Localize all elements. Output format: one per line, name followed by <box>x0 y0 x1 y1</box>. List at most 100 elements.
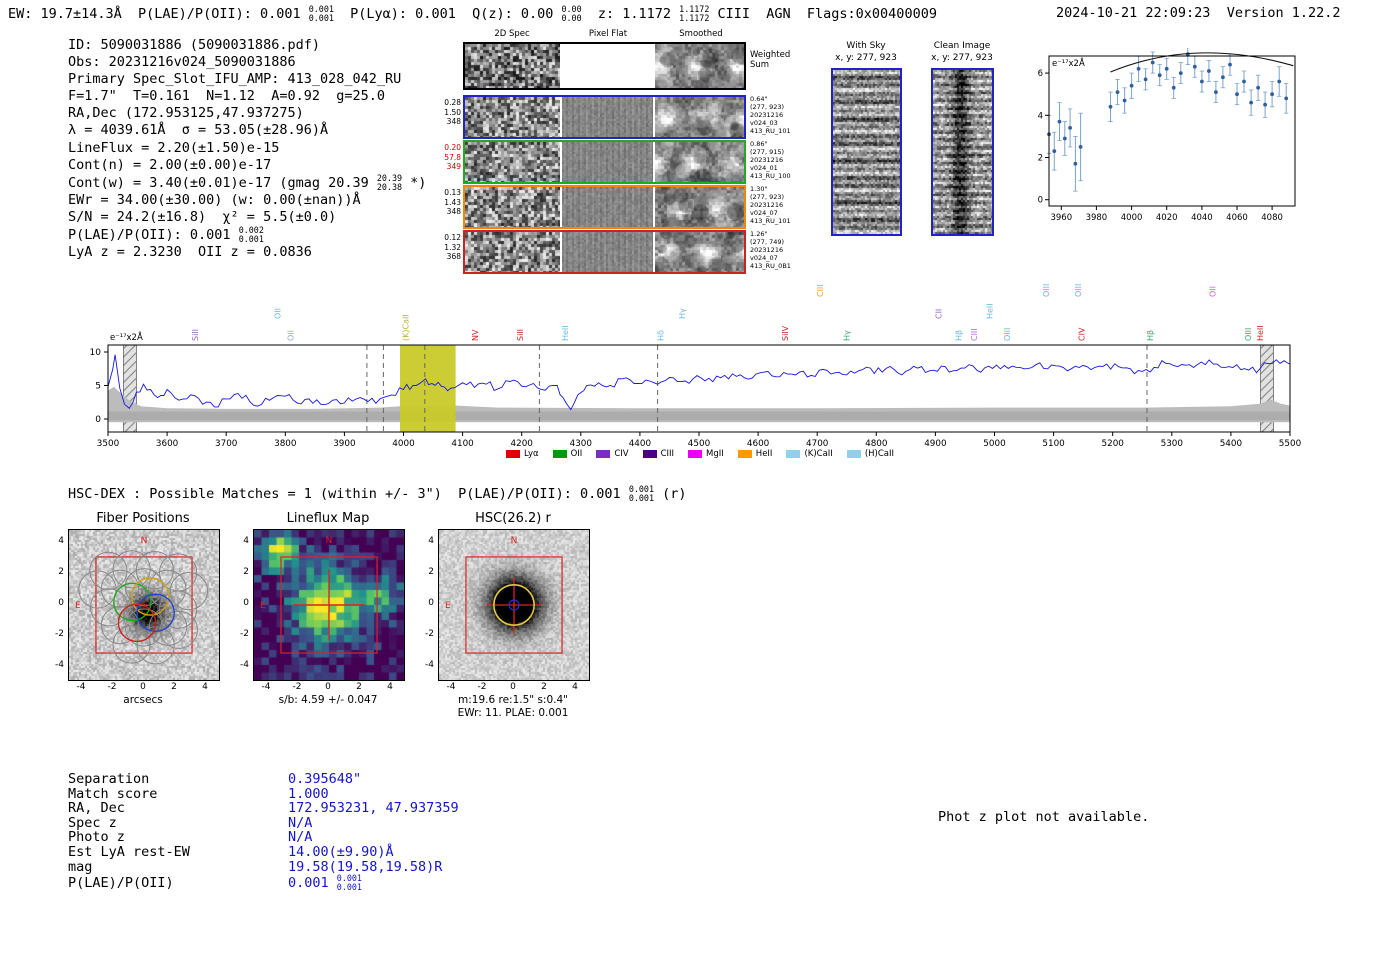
axis-tick-label: -2 <box>107 682 117 692</box>
svg-text:SiII: SiII <box>191 329 200 341</box>
match-label: RA, Dec <box>68 800 125 817</box>
svg-text:Hβ: Hβ <box>955 330 964 341</box>
hsc-image-title: HSC(26.2) r <box>475 511 551 526</box>
axis-tick-label: -4 <box>261 682 271 692</box>
svg-text:e⁻¹⁷x2Å: e⁻¹⁷x2Å <box>1052 57 1085 69</box>
axis-tick-label: 4 <box>243 536 249 546</box>
clean-image-coords: x, y: 277, 923 <box>931 53 993 63</box>
info-line: Cont(n) = 2.00(±0.00)e-17 <box>68 156 272 173</box>
spec2d-row <box>463 95 746 139</box>
legend-item: CIII <box>642 449 674 459</box>
legend-swatch <box>552 450 567 458</box>
smoothed-canvas <box>655 97 744 137</box>
elixer-report-page: EW: 19.7±14.3Å P(LAE)/P(OII): 0.001 0.00… <box>0 0 1400 953</box>
spec2d-col-title-pixelflat: Pixel Flat <box>588 29 628 39</box>
match-value: N/A <box>288 814 313 831</box>
svg-text:4020: 4020 <box>1156 213 1178 223</box>
info-line: λ = 4039.61Å σ = 53.05(±28.96)Å <box>68 122 329 139</box>
fiber-positions-panel: NE <box>68 529 220 681</box>
pixelflat-canvas <box>562 232 653 272</box>
axis-tick-label: 2 <box>243 567 249 577</box>
info-line: EWr = 34.00(±30.00) (w: 0.00(±nan))Å <box>68 191 361 208</box>
axis-tick-label: -4 <box>240 660 249 670</box>
match-table-row: RA, Dec 172.953231, 47.937359 <box>68 801 459 816</box>
with-sky-canvas <box>833 70 900 234</box>
emission-line-zoom-plot: 3960 3980 4000 4020 4040 4060 4080 0 2 4 6 e⁻¹⁷x2Å <box>1038 48 1296 223</box>
legend-item: HeII <box>737 449 772 459</box>
legend-swatch <box>642 450 657 458</box>
axis-tick-label: 4 <box>387 682 393 692</box>
svg-text:CIV: CIV <box>1078 327 1087 341</box>
spec2d-row-left-labels: 0.28 1.50 348 <box>444 98 461 126</box>
svg-text:e⁻¹⁷x2Å: e⁻¹⁷x2Å <box>110 331 143 343</box>
lineflux-map-title: Lineflux Map <box>286 511 370 526</box>
svg-text:E: E <box>75 601 81 611</box>
svg-text:10: 10 <box>90 348 102 358</box>
axis-tick-label: 0 <box>140 682 146 692</box>
svg-text:N: N <box>511 536 518 546</box>
info-line: P(LAE)/P(OII): 0.001 0.002 0.001 <box>68 224 264 244</box>
svg-text:OII: OII <box>287 330 296 341</box>
match-value: 19.58(19.58,19.58)R <box>288 858 443 875</box>
axis-tick-label: -2 <box>425 629 434 639</box>
spec2d-cutout-canvas <box>465 142 560 182</box>
axis-tick-label: -2 <box>55 629 64 639</box>
info-line: LyA z = 2.3230 OII z = 0.0836 <box>68 243 312 260</box>
phot-z-note: Phot z plot not available. <box>938 809 1150 825</box>
svg-text:Hγ: Hγ <box>842 330 851 341</box>
axis-tick-label: -2 <box>292 682 302 692</box>
match-label: Spec z <box>68 814 117 831</box>
hsc-image-panel: NE <box>438 529 590 681</box>
svg-text:OII: OII <box>1209 286 1218 297</box>
spec2d-cutout-canvas <box>465 187 560 227</box>
match-table-row: Photo z N/A <box>68 830 459 845</box>
pixelflat-canvas <box>562 142 653 182</box>
svg-text:2: 2 <box>1038 154 1043 164</box>
svg-text:4040: 4040 <box>1191 213 1213 223</box>
svg-text:HeII: HeII <box>1256 325 1265 341</box>
match-value: 172.953231, 47.937359 <box>288 800 459 817</box>
smoothed-canvas <box>655 142 744 182</box>
match-label: P(LAE)/P(OII) <box>68 875 174 892</box>
axis-tick-label: 4 <box>572 682 578 692</box>
spec2d-weighted-strip <box>463 42 746 90</box>
with-sky-coords: x, y: 277, 923 <box>835 53 897 63</box>
legend-item: (K)CaII <box>786 449 833 459</box>
clean-image-canvas <box>933 70 992 234</box>
info-block: ID: 5090031886 (5090031886.pdf) Obs: 2023… <box>68 37 426 261</box>
svg-text:N: N <box>326 536 333 546</box>
svg-text:E: E <box>260 601 266 611</box>
with-sky-image <box>831 68 902 236</box>
lineflux-map-panel: NE <box>253 529 405 681</box>
legend-item: Lyα <box>506 449 539 459</box>
axis-tick-label: 0 <box>325 682 331 692</box>
match-table: Separation 0.395648" Match score 1.000 RA, D… <box>68 772 459 892</box>
axis-tick-label: 2 <box>541 682 547 692</box>
match-label: mag <box>68 858 93 875</box>
spec2d-row-right-labels: 0.86" (277, 915) 20231216 v024_01 413_RU_100 <box>750 140 791 180</box>
svg-text:N: N <box>141 536 148 546</box>
axis-tick-label: 4 <box>428 536 434 546</box>
svg-text:4: 4 <box>1038 111 1043 121</box>
svg-text:Hβ: Hβ <box>1146 330 1155 341</box>
spectrum-legend: Lyα OII CIV CIII MgII HeII (K)CaII (H)CaII <box>100 447 1300 461</box>
svg-text:HeII: HeII <box>985 303 994 319</box>
svg-text:E: E <box>445 601 451 611</box>
axis-tick-label: 0 <box>58 598 64 608</box>
weighted-pixelflat-blank <box>562 44 653 88</box>
legend-swatch <box>737 450 752 458</box>
match-value: N/A <box>288 829 313 846</box>
info-line: LineFlux = 2.20(±1.50)e-15 <box>68 139 280 156</box>
legend-item: CIV <box>596 449 629 459</box>
spec2d-col-title-2dspec: 2D Spec <box>494 29 530 39</box>
hsc-xlabel: m:19.6 re:1.5" s:0.4" <box>458 694 568 706</box>
match-label: Est LyA rest-EW <box>68 843 190 860</box>
header-version: Version 1.22.2 <box>1226 5 1341 21</box>
info-line: ID: 5090031886 (5090031886.pdf) <box>68 37 320 53</box>
header-datetime-version: 2024-10-21 22:09:23 Version 1.22.2 <box>1056 5 1341 21</box>
info-line: F=1.7" T=0.161 N=1.12 A=0.92 g=25.0 <box>68 88 385 105</box>
weighted-2dspec-canvas <box>465 44 560 88</box>
legend-swatch <box>786 450 801 458</box>
legend-swatch <box>688 450 703 458</box>
fiber-xlabel: arcsecs <box>123 694 163 706</box>
